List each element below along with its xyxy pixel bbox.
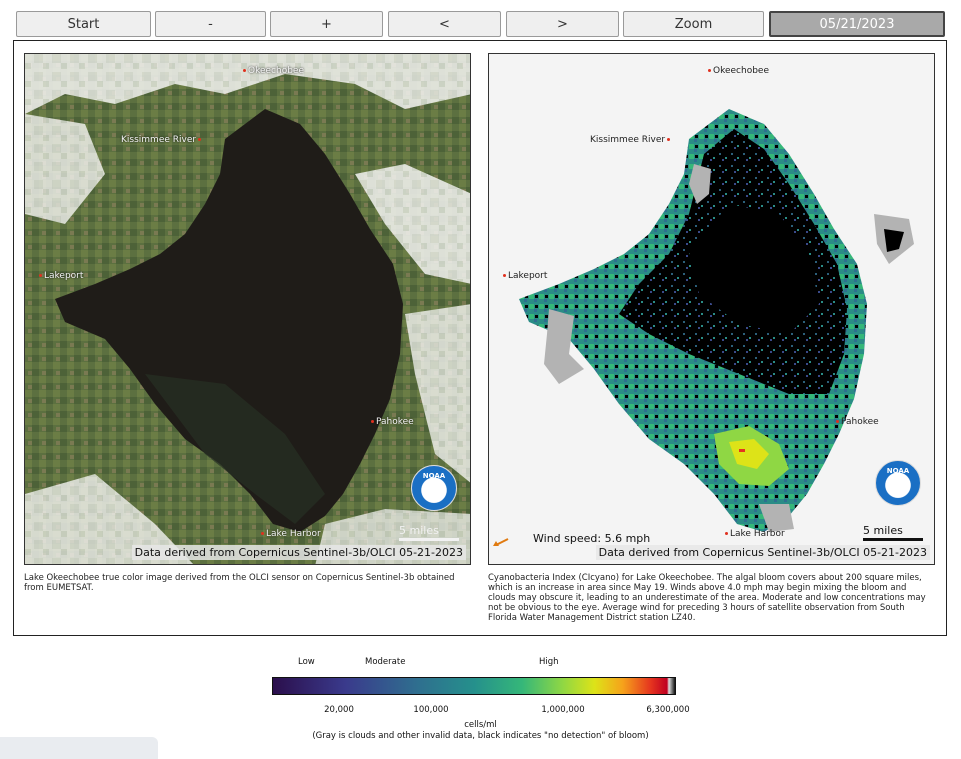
previous-button[interactable]: < — [388, 11, 501, 37]
place-lakeport: Lakeport — [501, 271, 547, 281]
place-lake-harbor: Lake Harbor — [259, 529, 321, 539]
colorbar-tick: 100,000 — [413, 705, 449, 715]
noaa-logo-icon: NOAA — [875, 460, 921, 506]
corner-tab — [0, 737, 158, 759]
true-color-image — [25, 54, 470, 564]
zoom-in-button[interactable]: + — [270, 11, 383, 37]
colorbar — [272, 677, 676, 695]
place-kissimmee-river: Kissimmee River — [590, 135, 672, 145]
image-frame: Okeechobee Kissimmee River Lakeport Paho… — [13, 40, 947, 636]
colorbar-units: cells/ml — [464, 720, 497, 730]
toolbar: Start - + < > Zoom 05/21/2023 — [16, 11, 945, 39]
data-credit: Data derived from Copernicus Sentinel-3b… — [595, 545, 930, 560]
wind-speed-label: Wind speed: 5.6 mph — [533, 532, 651, 545]
colorbar-low-label: Low — [298, 657, 315, 667]
next-button[interactable]: > — [506, 11, 619, 37]
cyano-index-caption: Cyanobacteria Index (CIcyano) for Lake O… — [488, 573, 926, 623]
place-pahokee: Pahokee — [834, 417, 879, 427]
wind-arrow-icon — [493, 538, 509, 546]
zoom-out-button[interactable]: - — [155, 11, 266, 37]
colorbar-high-label: High — [539, 657, 559, 667]
cyano-index-panel: Okeechobee Kissimmee River Lakeport Paho… — [488, 53, 935, 565]
place-okeechobee: Okeechobee — [706, 66, 769, 76]
date-button[interactable]: 05/21/2023 — [769, 11, 945, 37]
place-pahokee: Pahokee — [369, 417, 414, 427]
place-lake-harbor: Lake Harbor — [723, 529, 785, 539]
true-color-panel: Okeechobee Kissimmee River Lakeport Paho… — [24, 53, 471, 565]
cyano-index-map — [519, 109, 914, 532]
true-color-caption: Lake Okeechobee true color image derived… — [24, 573, 455, 593]
colorbar-tick: 6,300,000 — [646, 705, 690, 715]
zoom-button[interactable]: Zoom — [623, 11, 764, 37]
data-credit: Data derived from Copernicus Sentinel-3b… — [131, 545, 466, 560]
place-lakeport: Lakeport — [37, 271, 83, 281]
start-button[interactable]: Start — [16, 11, 151, 37]
scale-bar: 5 miles — [399, 524, 459, 541]
colorbar-moderate-label: Moderate — [365, 657, 406, 667]
place-okeechobee: Okeechobee — [241, 66, 304, 76]
noaa-logo-icon: NOAA — [411, 465, 457, 511]
colorbar-tick: 1,000,000 — [541, 705, 585, 715]
place-kissimmee-river: Kissimmee River — [121, 135, 203, 145]
scale-bar: 5 miles — [863, 524, 923, 541]
colorbar-tick: 20,000 — [324, 705, 354, 715]
